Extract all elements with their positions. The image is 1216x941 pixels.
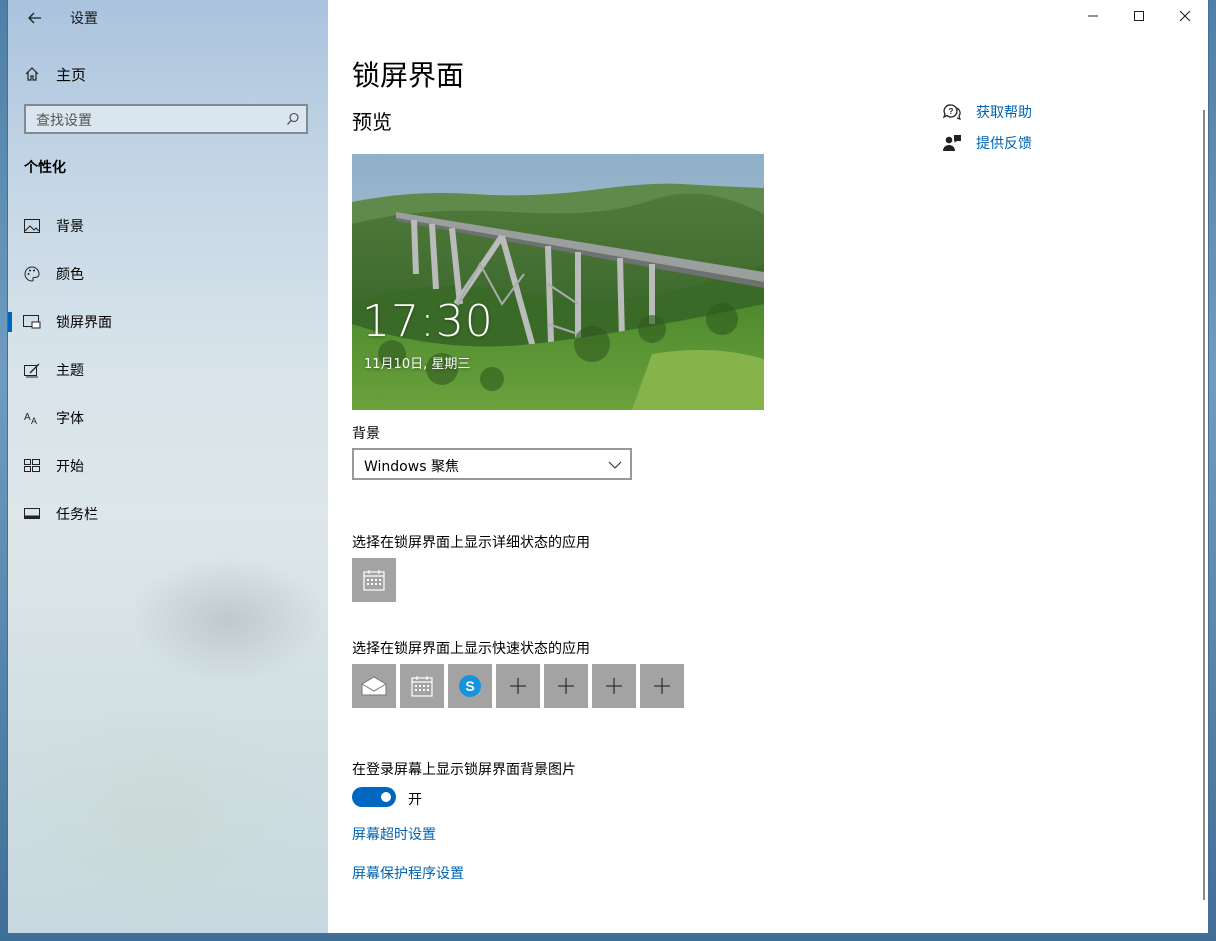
plus-icon	[558, 678, 574, 694]
sidebar-item-start[interactable]: 开始	[8, 446, 328, 486]
background-label: 背景	[352, 426, 380, 442]
background-select[interactable]: Windows 聚焦	[352, 448, 632, 480]
signin-background-toggle[interactable]	[352, 787, 396, 807]
quick-app-add-button[interactable]	[496, 664, 540, 708]
sidebar-item-label: 主页	[56, 65, 87, 84]
search-input[interactable]	[34, 110, 278, 132]
lock-screen-preview: 17:30 11月10日, 星期三	[352, 154, 764, 410]
sidebar-item-label: 字体	[56, 411, 84, 427]
mail-icon	[361, 676, 387, 696]
sidebar-item-label: 主题	[56, 363, 84, 379]
preview-date: 11月10日, 星期三	[364, 357, 471, 372]
settings-window: 设置 主页 个性化 背景 颜色	[8, 0, 1208, 933]
back-arrow-icon	[28, 12, 41, 24]
background-select-value: Windows 聚焦	[364, 459, 459, 475]
calendar-icon	[363, 570, 385, 591]
plus-icon	[510, 678, 526, 694]
quick-app-tile-calendar[interactable]	[400, 664, 444, 708]
search-box[interactable]	[24, 104, 308, 134]
chevron-down-icon	[608, 457, 622, 476]
sidebar-item-label: 背景	[56, 219, 84, 235]
svg-text:A: A	[24, 412, 31, 423]
quick-status-label: 选择在锁屏界面上显示快速状态的应用	[352, 641, 590, 657]
feedback-icon	[943, 135, 961, 151]
sidebar-item-themes[interactable]: 主题	[8, 350, 328, 390]
maximize-icon	[1134, 11, 1144, 21]
sidebar-item-taskbar[interactable]: 任务栏	[8, 494, 328, 534]
signin-background-label: 在登录屏幕上显示锁屏界面背景图片	[352, 762, 576, 778]
toggle-knob	[381, 792, 391, 802]
get-help-label: 获取帮助	[976, 105, 1032, 121]
plus-icon	[606, 678, 622, 694]
quick-app-tile-skype[interactable]: S	[448, 664, 492, 708]
svg-text:S: S	[465, 678, 474, 694]
preview-clock: 17:30	[362, 296, 494, 347]
screen-timeout-link[interactable]: 屏幕超时设置	[352, 824, 436, 844]
sidebar-item-lock-screen[interactable]: 锁屏界面	[8, 302, 328, 342]
minimize-icon	[1088, 15, 1098, 17]
home-icon	[8, 66, 56, 82]
page-title: 锁屏界面	[352, 59, 465, 92]
calendar-icon	[411, 676, 433, 697]
taskbar-icon	[8, 508, 56, 520]
lock-screen-icon	[8, 315, 56, 329]
quick-app-add-button[interactable]	[592, 664, 636, 708]
minimize-button[interactable]	[1070, 0, 1116, 32]
quick-app-tile-mail[interactable]	[352, 664, 396, 708]
detailed-status-app-tile[interactable]	[352, 558, 396, 602]
sidebar-item-label: 锁屏界面	[56, 315, 112, 331]
help-chat-icon: ?	[942, 104, 961, 120]
sidebar-item-home[interactable]: 主页	[8, 58, 328, 90]
quick-app-add-button[interactable]	[544, 664, 588, 708]
feedback-label: 提供反馈	[976, 136, 1032, 152]
font-icon: AA	[8, 411, 56, 425]
maximize-button[interactable]	[1116, 0, 1162, 32]
picture-icon	[8, 219, 56, 233]
svg-text:A: A	[31, 416, 37, 425]
svg-text:?: ?	[949, 107, 954, 116]
scrollbar[interactable]	[1203, 110, 1205, 900]
feedback-link[interactable]: 提供反馈	[942, 133, 1032, 153]
detailed-status-label: 选择在锁屏界面上显示详细状态的应用	[352, 535, 590, 551]
sidebar-item-background[interactable]: 背景	[8, 206, 328, 246]
sidebar-item-label: 任务栏	[56, 507, 98, 523]
skype-icon: S	[459, 675, 481, 697]
get-help-link[interactable]: ? 获取帮助	[942, 102, 1032, 122]
quick-app-add-button[interactable]	[640, 664, 684, 708]
content-pane: 锁屏界面 预览 17:30 11月10日, 星期三 背景 Windows 聚焦 …	[328, 0, 1208, 933]
close-button[interactable]	[1162, 0, 1208, 32]
sidebar-item-colors[interactable]: 颜色	[8, 254, 328, 294]
toggle-state-label: 开	[408, 792, 422, 808]
section-title: 个性化	[24, 160, 66, 176]
palette-icon	[8, 266, 56, 282]
plus-icon	[654, 678, 670, 694]
preview-heading: 预览	[352, 110, 392, 134]
search-icon	[286, 111, 300, 130]
theme-icon	[8, 362, 56, 378]
sidebar-item-label: 颜色	[56, 267, 84, 283]
sidebar-item-label: 开始	[56, 459, 84, 475]
back-button[interactable]	[18, 4, 52, 32]
sidebar-item-fonts[interactable]: AA 字体	[8, 398, 328, 438]
sidebar: 设置 主页 个性化 背景 颜色	[8, 0, 328, 933]
close-icon	[1179, 10, 1191, 22]
app-title: 设置	[70, 11, 98, 27]
screensaver-link[interactable]: 屏幕保护程序设置	[352, 863, 464, 883]
start-icon	[8, 459, 56, 473]
